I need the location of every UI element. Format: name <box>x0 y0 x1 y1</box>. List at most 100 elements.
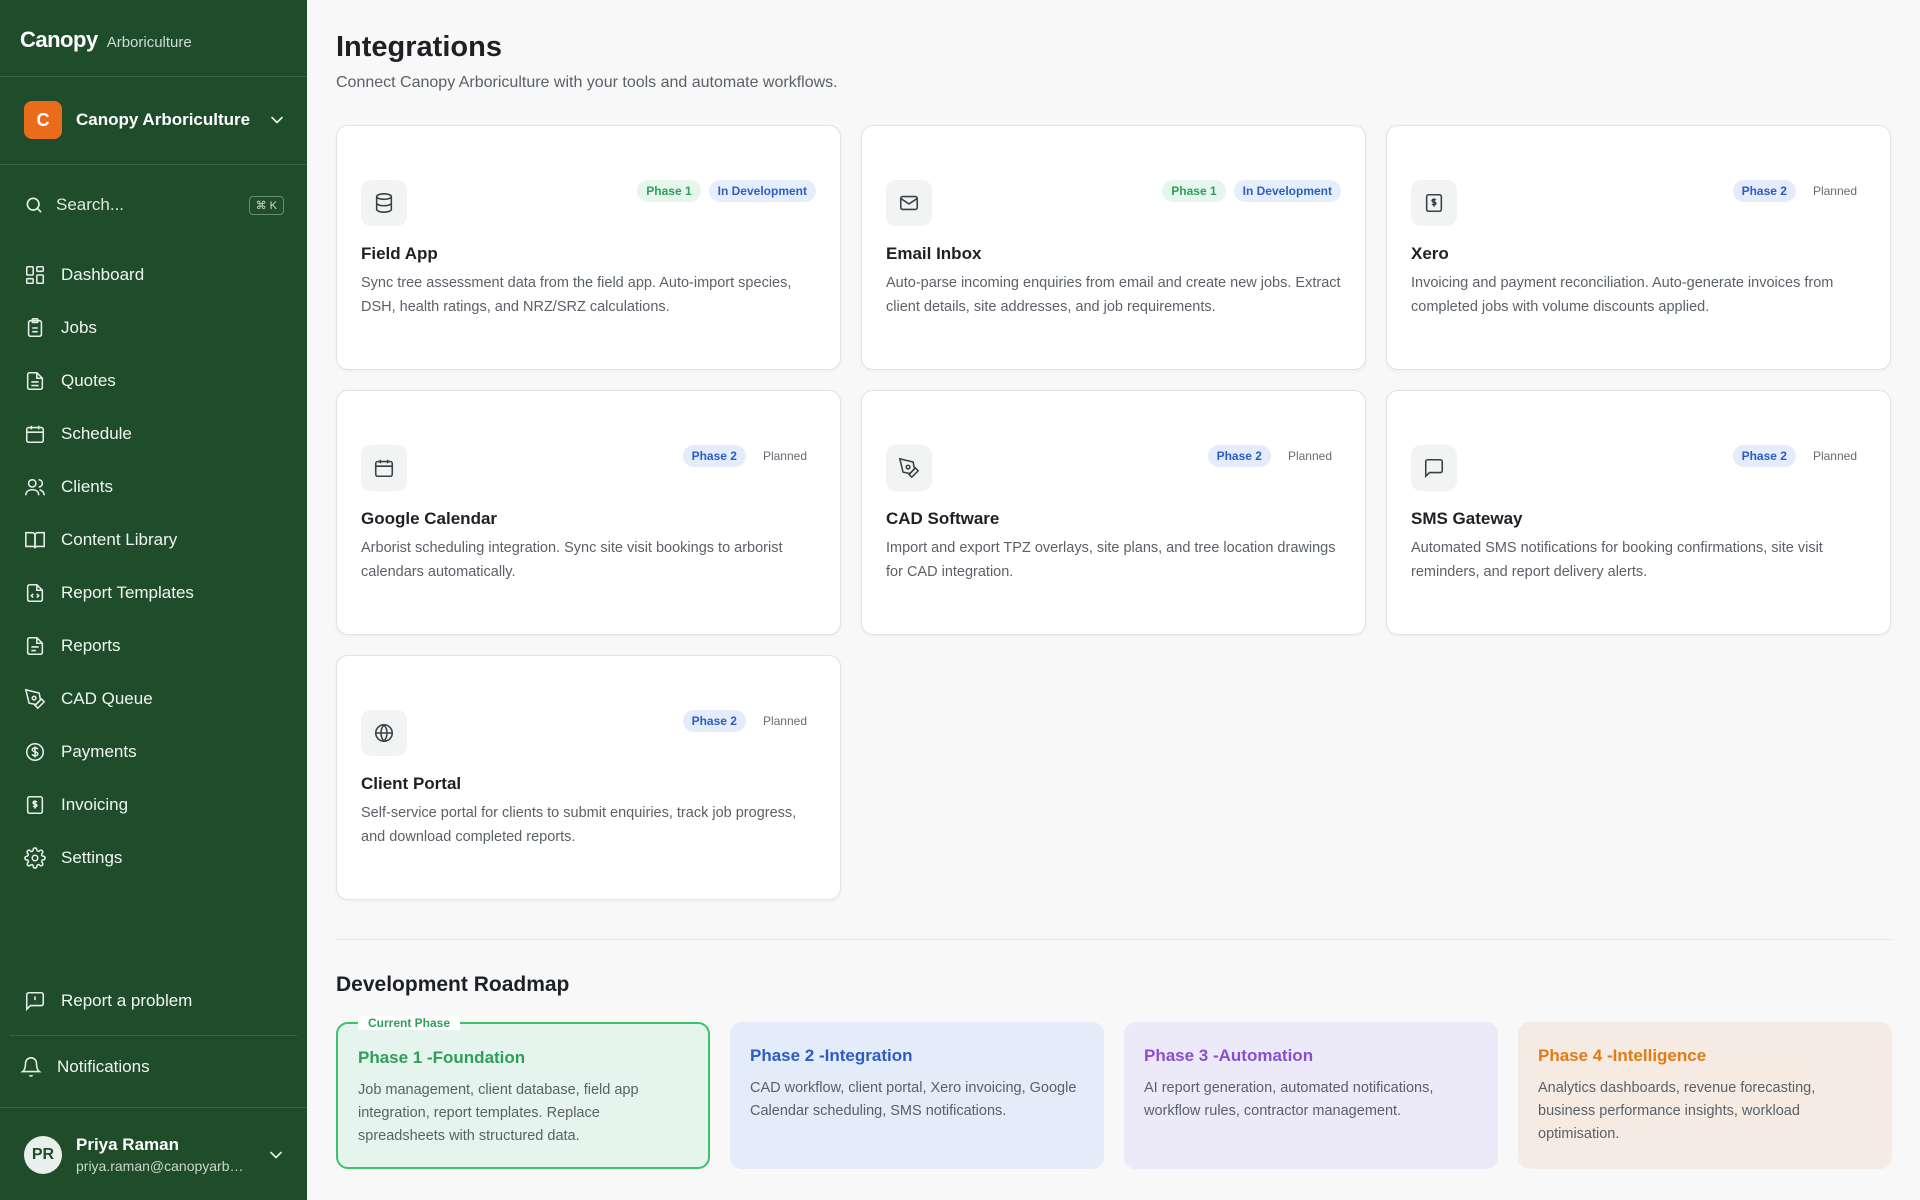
page-subtitle: Connect Canopy Arboriculture with your t… <box>336 74 838 91</box>
report-problem-button[interactable]: Report a problem <box>24 986 284 1016</box>
card-title: CAD Software <box>886 509 1000 528</box>
card-icon-box <box>886 445 932 491</box>
calendar-icon <box>374 459 394 478</box>
roadmap-phase-1: Current Phase Phase 1 -Foundation Job ma… <box>336 1016 710 1169</box>
card-description: Sync tree assessment data from the field… <box>361 275 792 315</box>
message-icon <box>1424 458 1444 479</box>
phase-badge: Phase 2 <box>1732 445 1796 467</box>
divider <box>0 1107 307 1108</box>
integration-card-sms-gateway[interactable]: Phase 2 Planned SMS Gateway Automated SM… <box>1386 390 1891 635</box>
sidebar-item-label: Report Templates <box>61 582 194 602</box>
sidebar-item-cad-queue[interactable]: CAD Queue <box>24 672 284 725</box>
status-badge: Planned <box>1812 184 1857 198</box>
card-title: Client Portal <box>361 774 462 793</box>
brand-name: Canopy <box>20 27 98 52</box>
badges: Phase 2 Planned <box>1732 180 1866 202</box>
user-menu[interactable]: PR Priya Raman priya.raman@canopyarboric… <box>24 1135 286 1174</box>
phase-badge: Phase 1 <box>1162 180 1226 202</box>
status-badge: In Development <box>1233 180 1341 202</box>
phase-description: Job management, client database, field a… <box>358 1082 639 1144</box>
sidebar-item-label: Quotes <box>61 370 116 390</box>
integration-card-client-portal[interactable]: Phase 2 Planned Client Portal Self-servi… <box>336 655 841 900</box>
integration-card-google-calendar[interactable]: Phase 2 Planned Google Calendar Arborist… <box>336 390 841 635</box>
sidebar-item-payments[interactable]: Payments <box>24 725 284 778</box>
card-icon-box <box>886 180 932 226</box>
sidebar-item-report-templates[interactable]: Report Templates <box>24 566 284 619</box>
sidebar-item-label: Reports <box>61 635 121 655</box>
card-description: Invoicing and payment reconciliation. Au… <box>1411 275 1834 315</box>
sidebar: Canopy Arboriculture C Canopy Arboricult… <box>0 0 307 1200</box>
sidebar-item-schedule[interactable]: Schedule <box>24 407 284 460</box>
phase-title: Phase 1 -Foundation <box>358 1048 526 1067</box>
notifications-label: Notifications <box>57 1057 150 1076</box>
integration-card-cad-software[interactable]: Phase 2 Planned CAD Software Import and … <box>861 390 1366 635</box>
notifications-button[interactable]: Notifications <box>20 1052 280 1082</box>
integration-card-field-app[interactable]: Phase 1 In Development Field App Sync tr… <box>336 125 841 370</box>
card-description: Arborist scheduling integration. Sync si… <box>361 540 783 580</box>
sidebar-nav: Dashboard Jobs Quotes Schedule Clients C… <box>24 248 284 884</box>
org-name: Canopy Arboriculture <box>76 110 251 129</box>
section-divider <box>336 939 1891 940</box>
dollar-circle-icon <box>25 742 45 761</box>
sidebar-item-label: CAD Queue <box>61 688 153 708</box>
chevron-down-icon <box>271 116 283 124</box>
sidebar-item-clients[interactable]: Clients <box>24 460 284 513</box>
org-switcher[interactable]: C Canopy Arboriculture <box>24 101 287 139</box>
gear-icon <box>24 846 46 869</box>
phase-badge: Phase 2 <box>1207 445 1271 467</box>
sidebar-item-jobs[interactable]: Jobs <box>24 301 284 354</box>
card-title: Email Inbox <box>886 244 982 263</box>
sidebar-item-reports[interactable]: Reports <box>24 619 284 672</box>
phase-description: Analytics dashboards, revenue forecastin… <box>1538 1080 1816 1142</box>
brand[interactable]: Canopy Arboriculture <box>20 27 192 53</box>
grid-icon <box>25 265 45 284</box>
sidebar-item-label: Clients <box>61 476 113 496</box>
sidebar-item-invoicing[interactable]: Invoicing <box>24 778 284 831</box>
integration-card-xero[interactable]: Phase 2 Planned Xero Invoicing and payme… <box>1386 125 1891 370</box>
phase-badge: Phase 2 <box>682 445 746 467</box>
status-badge: Planned <box>762 714 807 728</box>
badges: Phase 1 In Development <box>637 180 816 202</box>
sidebar-item-label: Settings <box>61 847 123 867</box>
badges: Phase 2 Planned <box>682 710 816 732</box>
integration-card-email-inbox[interactable]: Phase 1 In Development Email Inbox Auto-… <box>861 125 1366 370</box>
card-icon-box <box>361 445 407 491</box>
pen-tool-icon <box>24 688 46 709</box>
user-info: Priya Raman priya.raman@canopyarboricult… <box>76 1135 251 1174</box>
search-button[interactable]: Search... ⌘ K <box>24 192 284 218</box>
pen-tool-icon <box>898 457 920 479</box>
badges: Phase 1 In Development <box>1162 180 1341 202</box>
roadmap-title: Development Roadmap <box>336 973 570 996</box>
roadmap-phase-3: Phase 3 -Automation AI report generation… <box>1124 1022 1498 1169</box>
clipboard-icon <box>27 317 43 337</box>
roadmap-phase-4: Phase 4 -Intelligence Analytics dashboar… <box>1518 1022 1892 1169</box>
alert-message-icon <box>25 991 45 1012</box>
card-icon-box <box>361 180 407 226</box>
sidebar-item-label: Schedule <box>61 423 132 443</box>
roadmap-phase-2: Phase 2 -Integration CAD workflow, clien… <box>730 1022 1104 1169</box>
badges: Phase 2 Planned <box>1732 445 1866 467</box>
report-problem-label: Report a problem <box>61 991 193 1010</box>
phase-badge: Phase 2 <box>1732 180 1796 202</box>
calendar-icon <box>25 425 45 443</box>
card-description: Automated SMS notifications for booking … <box>1411 540 1823 580</box>
sidebar-item-quotes[interactable]: Quotes <box>24 354 284 407</box>
sidebar-item-dashboard[interactable]: Dashboard <box>24 248 284 301</box>
avatar: PR <box>24 1135 62 1174</box>
invoice-icon <box>26 795 44 814</box>
status-badge: Planned <box>762 449 807 463</box>
document-icon <box>26 371 44 390</box>
card-description: Import and export TPZ overlays, site pla… <box>886 540 1336 580</box>
card-description: Self-service portal for clients to submi… <box>361 805 797 845</box>
divider <box>10 1035 297 1036</box>
sidebar-item-label: Content Library <box>61 529 178 549</box>
user-name: Priya Raman <box>76 1135 179 1154</box>
org-avatar: C <box>24 101 62 139</box>
badges: Phase 2 Planned <box>682 445 816 467</box>
current-phase-tag: Current Phase <box>358 1016 461 1030</box>
sidebar-item-settings[interactable]: Settings <box>24 831 284 884</box>
shortcut-hint: ⌘ K <box>248 195 284 215</box>
card-title: SMS Gateway <box>1411 509 1523 528</box>
sidebar-item-content-library[interactable]: Content Library <box>24 513 284 566</box>
phase-description: AI report generation, automated notifica… <box>1144 1080 1434 1119</box>
